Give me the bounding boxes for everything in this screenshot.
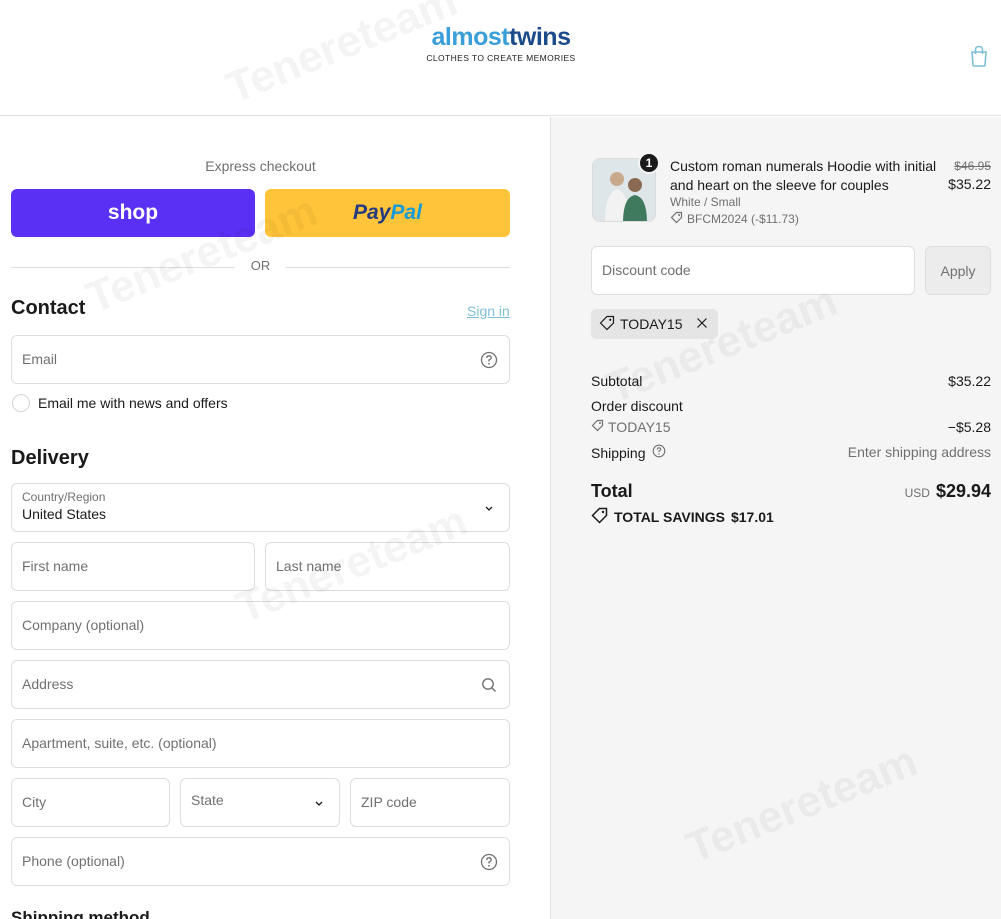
quantity-badge: 1 bbox=[638, 152, 660, 174]
paypal-label-pal: Pal bbox=[390, 201, 422, 224]
savings-label: TOTAL SAVINGS bbox=[614, 509, 725, 525]
product-discount: BFCM2024 (-$11.73) bbox=[670, 211, 799, 227]
company-placeholder: Company (optional) bbox=[22, 617, 145, 633]
first-name-field[interactable]: First name bbox=[11, 542, 255, 591]
or-divider: OR bbox=[11, 258, 510, 276]
shopping-bag-icon[interactable] bbox=[968, 44, 990, 68]
paypal-button[interactable]: Pay Pal bbox=[265, 189, 510, 237]
contact-title: Contact bbox=[11, 297, 86, 319]
zip-placeholder: ZIP code bbox=[361, 794, 417, 810]
country-select[interactable]: Country/Region United States bbox=[11, 483, 510, 532]
newsletter-checkbox[interactable] bbox=[12, 394, 30, 412]
total-currency: USD bbox=[904, 486, 930, 500]
country-label: Country/Region bbox=[22, 490, 106, 504]
shipping-value: Enter shipping address bbox=[847, 444, 991, 460]
order-discount-code-text: TODAY15 bbox=[608, 419, 671, 435]
shipping-label: Shipping bbox=[591, 444, 646, 461]
newsletter-label: Email me with news and offers bbox=[38, 395, 228, 411]
tag-icon bbox=[670, 211, 683, 227]
state-select[interactable]: State bbox=[180, 778, 340, 827]
applied-code-text: TODAY15 bbox=[620, 316, 683, 332]
applied-code-chip: TODAY15 bbox=[591, 309, 718, 339]
discounted-price: $35.22 bbox=[948, 176, 991, 192]
express-checkout-label: Express checkout bbox=[205, 158, 316, 174]
first-name-placeholder: First name bbox=[22, 558, 89, 574]
email-placeholder: Email bbox=[22, 351, 58, 367]
product-discount-text: BFCM2024 (-$11.73) bbox=[687, 212, 799, 226]
address-placeholder: Address bbox=[22, 676, 74, 692]
discount-placeholder: Discount code bbox=[602, 262, 691, 278]
order-summary-panel: 1 Custom roman numerals Hoodie with init… bbox=[551, 117, 1001, 919]
company-field[interactable]: Company (optional) bbox=[11, 601, 510, 650]
delivery-title: Delivery bbox=[11, 447, 89, 469]
order-discount-value: −$5.28 bbox=[947, 419, 991, 435]
chevron-down-icon bbox=[480, 499, 498, 517]
phone-field[interactable]: Phone (optional) bbox=[11, 837, 510, 886]
order-discount-code: TODAY15 bbox=[591, 419, 671, 435]
subtotal-label: Subtotal bbox=[591, 373, 643, 389]
close-icon[interactable] bbox=[696, 316, 708, 332]
total-amount: USD $29.94 bbox=[905, 481, 991, 502]
search-icon bbox=[480, 676, 498, 694]
discount-code-input[interactable]: Discount code bbox=[591, 246, 915, 295]
subtotal-value: $35.22 bbox=[948, 373, 991, 389]
city-field[interactable]: City bbox=[11, 778, 170, 827]
last-name-placeholder: Last name bbox=[276, 558, 342, 574]
product-name: Custom roman numerals Hoodie with initia… bbox=[670, 158, 937, 193]
last-name-field[interactable]: Last name bbox=[265, 542, 510, 591]
address-field[interactable]: Address bbox=[11, 660, 510, 709]
store-logo[interactable]: almosttwins CLOTHES TO CREATE MEMORIES bbox=[426, 22, 576, 70]
header: almosttwins CLOTHES TO CREATE MEMORIES bbox=[0, 0, 1001, 116]
phone-placeholder: Phone (optional) bbox=[22, 853, 125, 869]
chevron-down-icon bbox=[310, 794, 328, 812]
shop-pay-label: shop bbox=[107, 201, 159, 224]
help-icon[interactable] bbox=[480, 351, 498, 369]
total-savings: TOTAL SAVINGS $17.01 bbox=[591, 507, 774, 527]
help-icon[interactable] bbox=[480, 853, 498, 871]
tag-icon bbox=[599, 315, 615, 334]
tag-icon bbox=[591, 419, 604, 435]
city-placeholder: City bbox=[22, 794, 47, 810]
tag-icon bbox=[591, 507, 608, 527]
shipping-row-label: Shipping bbox=[591, 444, 666, 461]
country-value: United States bbox=[22, 506, 107, 522]
state-placeholder: State bbox=[191, 792, 224, 808]
help-icon[interactable] bbox=[652, 444, 666, 461]
shipping-method-title: Shipping method bbox=[11, 908, 150, 919]
original-price: $46.95 bbox=[954, 159, 991, 173]
email-field[interactable]: Email bbox=[11, 335, 510, 384]
product-variant: White / Small bbox=[670, 195, 741, 209]
shop-pay-button[interactable]: shop bbox=[11, 189, 255, 237]
logo-tagline: CLOTHES TO CREATE MEMORIES bbox=[426, 53, 576, 63]
logo-wordmark: almosttwins bbox=[431, 23, 572, 51]
or-text: OR bbox=[250, 258, 271, 273]
total-value: $29.94 bbox=[935, 481, 991, 501]
zip-field[interactable]: ZIP code bbox=[350, 778, 510, 827]
apartment-placeholder: Apartment, suite, etc. (optional) bbox=[22, 735, 217, 751]
order-discount-label: Order discount bbox=[591, 398, 683, 414]
apartment-field[interactable]: Apartment, suite, etc. (optional) bbox=[11, 719, 510, 768]
paypal-label-pay: Pay bbox=[353, 201, 391, 224]
checkout-form-panel: Express checkout shop Pay Pal OR Contact … bbox=[0, 117, 550, 919]
sign-in-link[interactable]: Sign in bbox=[467, 303, 510, 319]
savings-value: $17.01 bbox=[730, 509, 774, 525]
total-label: Total bbox=[591, 481, 633, 501]
apply-button[interactable]: Apply bbox=[925, 246, 991, 295]
